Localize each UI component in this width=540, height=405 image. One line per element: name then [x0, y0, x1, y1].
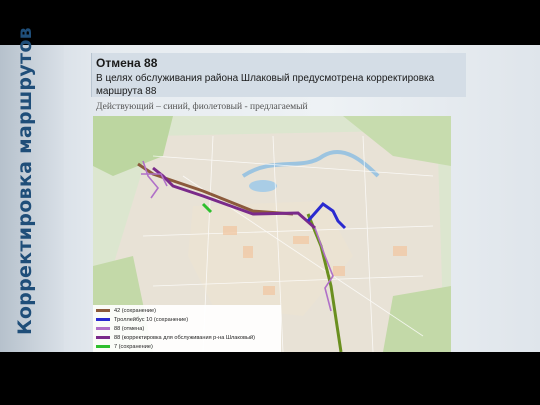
legend-swatch-7 — [96, 345, 110, 348]
legend-item: 42 (сохранение) — [96, 306, 156, 315]
legend-label: 7 (сохранение) — [114, 343, 153, 350]
legend-label: Троллейбус 10 (сохранение) — [114, 316, 189, 323]
map-caption: Действующий – синий, фиолетовый - предла… — [96, 102, 308, 112]
legend-swatch-88-cancel — [96, 327, 110, 330]
legend-label: 88 (корректировка для обслуживания р-на … — [114, 334, 256, 341]
legend-item: 88 (корректировка для обслуживания р-на … — [96, 333, 255, 342]
legend-swatch-88-new — [96, 336, 110, 339]
map-legend: 42 (сохранение) Троллейбус 10 (сохранени… — [93, 305, 281, 352]
legend-item: 7 (сохранение) — [96, 342, 153, 351]
legend-item: 88 (отмена) — [96, 324, 144, 333]
slide: Корректировка маршрутов Отмена 88 В целя… — [0, 0, 540, 405]
legend-swatch-42 — [96, 309, 110, 312]
legend-label: 42 (сохранение) — [114, 307, 156, 314]
lake — [249, 180, 277, 192]
slide-title: Отмена 88 — [96, 56, 158, 70]
legend-item: Троллейбус 10 (сохранение) — [96, 315, 188, 324]
side-title: Корректировка маршрутов — [14, 26, 36, 335]
slide-description: В целях обслуживания района Шлаковый пре… — [96, 73, 435, 97]
legend-label: 88 (отмена) — [114, 325, 145, 332]
legend-swatch-trolleybus-10 — [96, 318, 110, 321]
route-map[interactable]: 42 (сохранение) Троллейбус 10 (сохранени… — [93, 116, 451, 352]
